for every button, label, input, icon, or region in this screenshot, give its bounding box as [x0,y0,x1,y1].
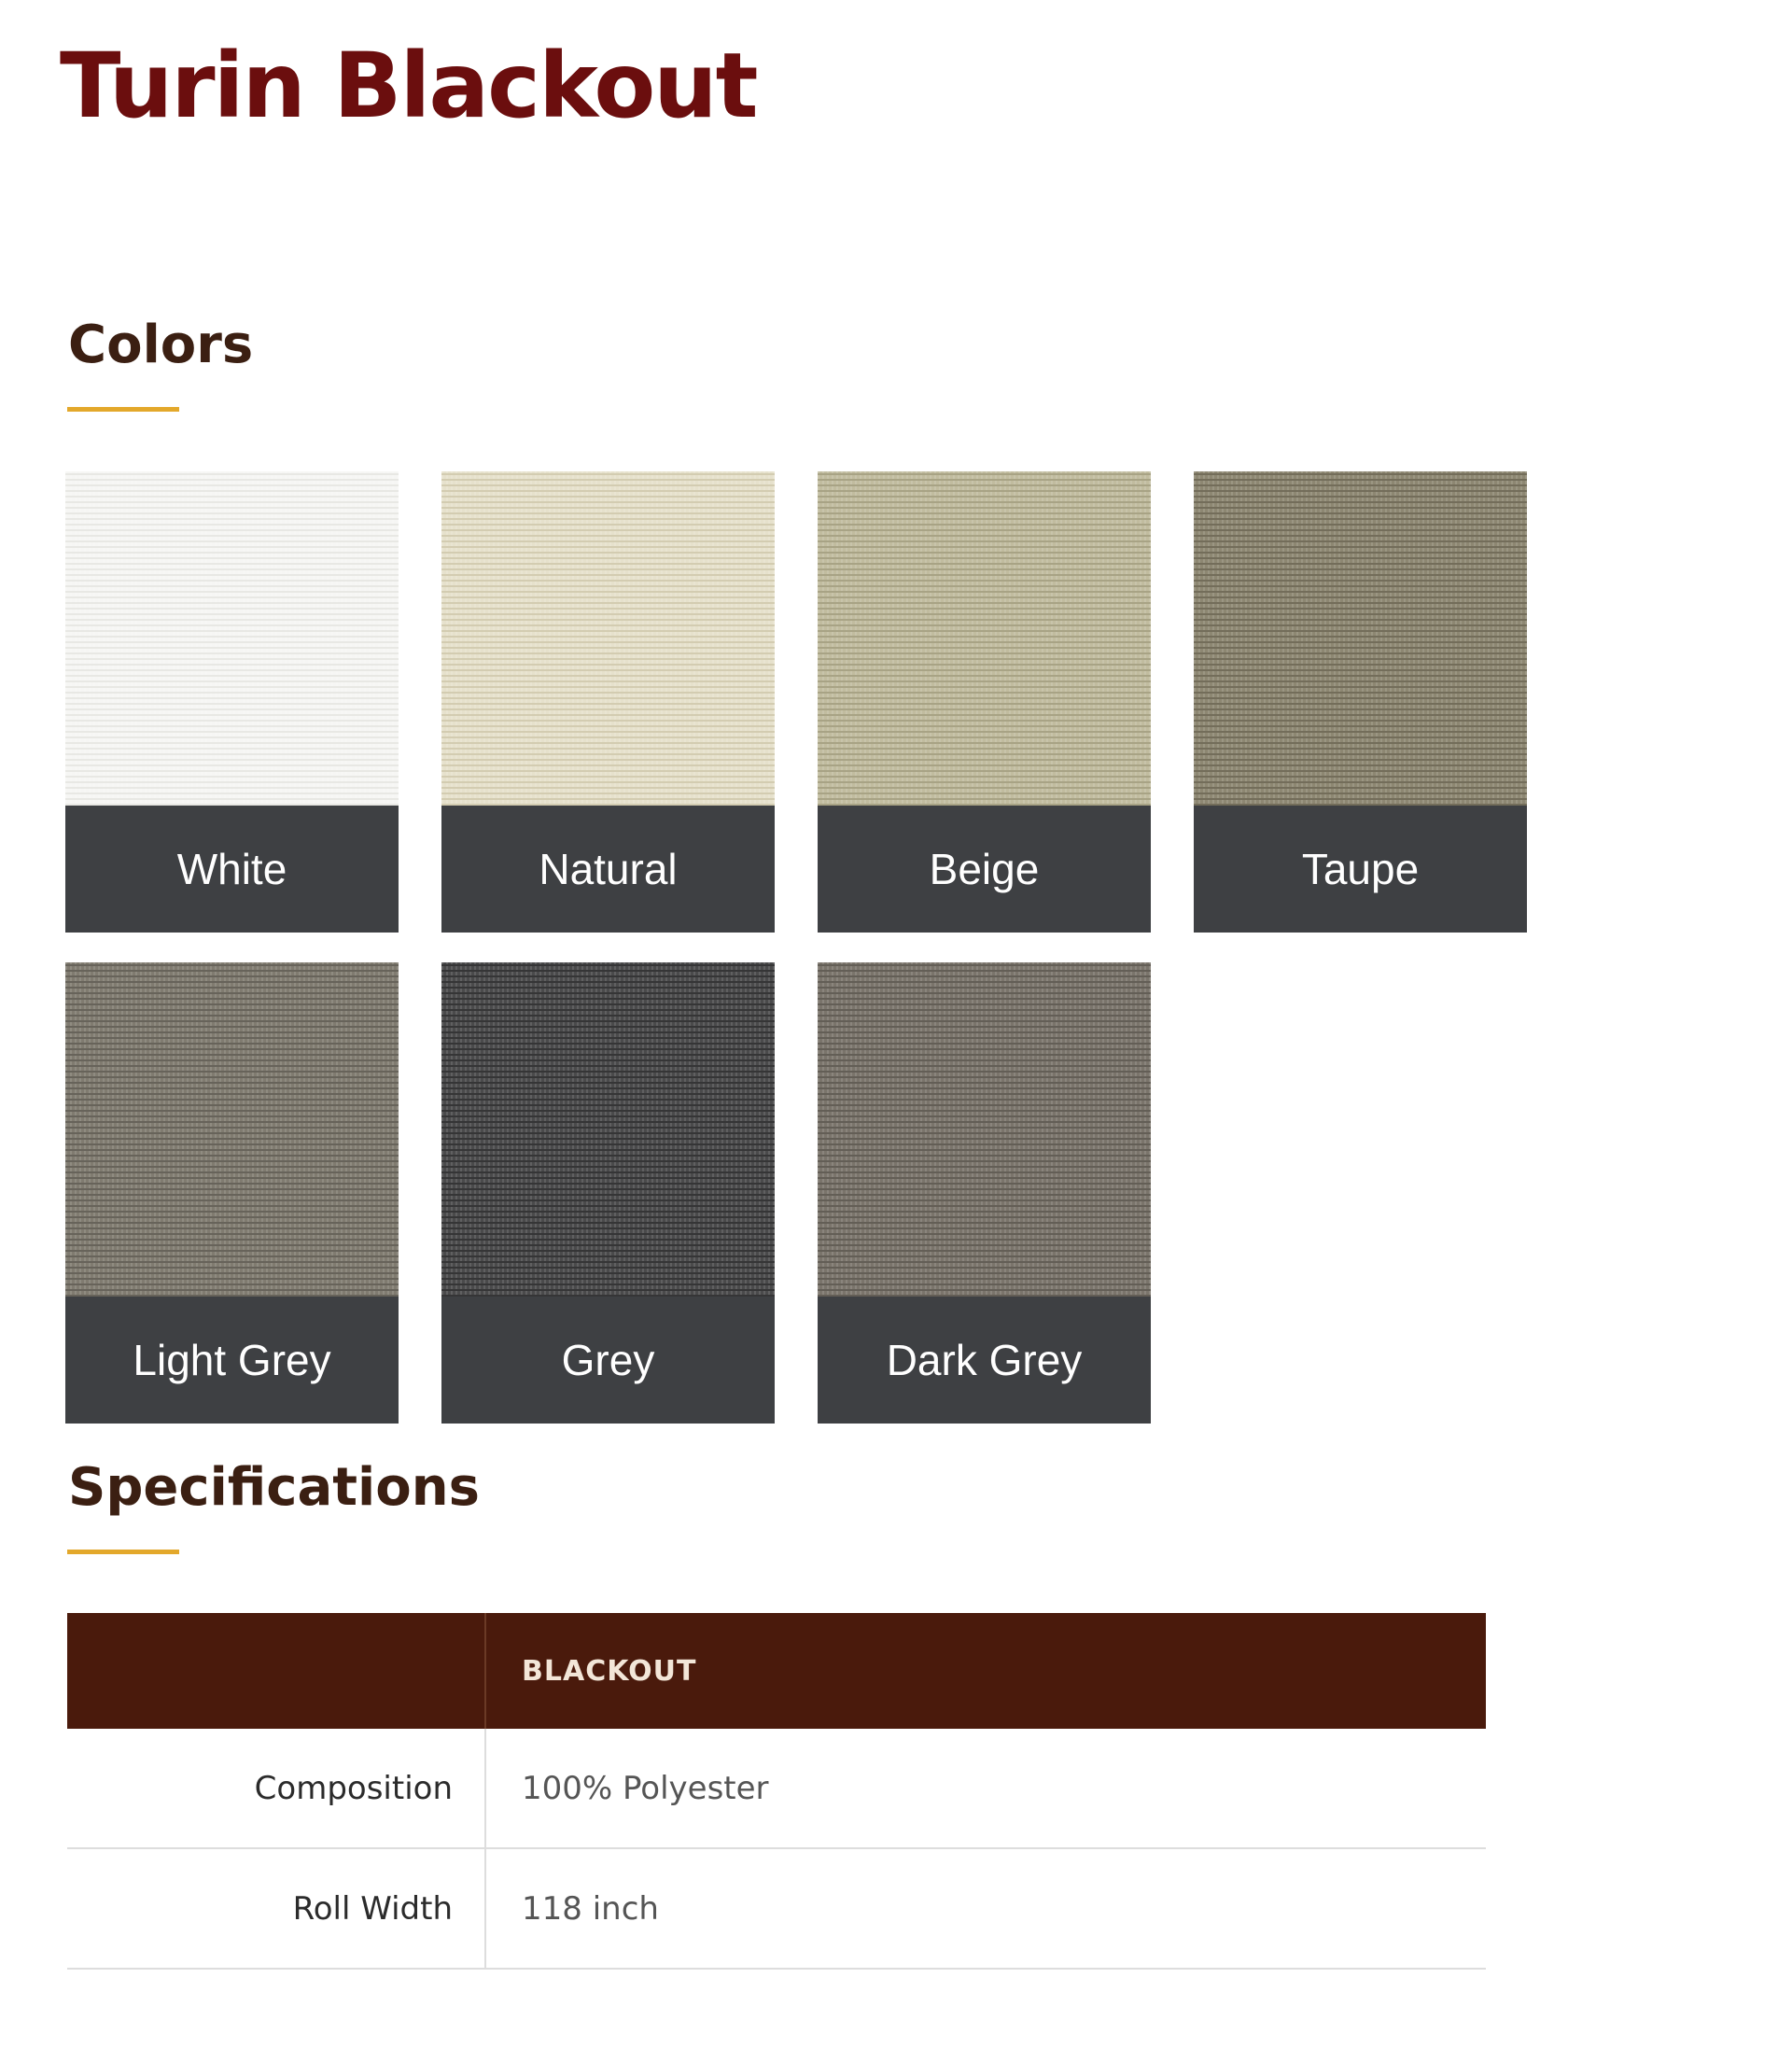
spec-value: 100% Polyester [522,1769,769,1807]
table-row: Roll Width 118 inch [67,1849,1486,1970]
swatch-texture [1194,471,1527,806]
swatch-dark-grey[interactable]: Dark Grey [818,962,1151,1424]
swatch-white[interactable]: White [65,471,399,933]
table-header-blackout: BLACKOUT [522,1654,697,1688]
swatch-label: White [65,806,399,933]
spec-label: Roll Width [67,1849,486,1968]
specifications-table: BLACKOUT Composition 100% Polyester Roll… [67,1613,1486,1970]
swatch-label: Dark Grey [818,1297,1151,1424]
table-header-empty-cell [67,1613,486,1729]
specifications-heading: Specifications [68,1457,480,1518]
swatch-texture [441,471,775,806]
swatch-label: Beige [818,806,1151,933]
table-header-row: BLACKOUT [67,1613,1486,1729]
swatch-texture [65,962,399,1297]
table-row: Composition 100% Polyester [67,1729,1486,1849]
colors-heading: Colors [68,315,254,375]
colors-heading-underline [67,407,179,412]
specifications-heading-underline [67,1550,179,1554]
swatch-grey[interactable]: Grey [441,962,775,1424]
swatch-texture [441,962,775,1297]
swatch-label: Taupe [1194,806,1527,933]
swatch-label: Grey [441,1297,775,1424]
swatch-label: Light Grey [65,1297,399,1424]
spec-value: 118 inch [522,1889,659,1928]
swatch-taupe[interactable]: Taupe [1194,471,1527,933]
page-title: Turin Blackout [60,34,759,138]
swatch-beige[interactable]: Beige [818,471,1151,933]
swatch-label: Natural [441,806,775,933]
swatch-texture [818,962,1151,1297]
spec-label: Composition [67,1729,486,1847]
swatch-texture [818,471,1151,806]
swatch-natural[interactable]: Natural [441,471,775,933]
swatch-light-grey[interactable]: Light Grey [65,962,399,1424]
swatch-texture [65,471,399,806]
